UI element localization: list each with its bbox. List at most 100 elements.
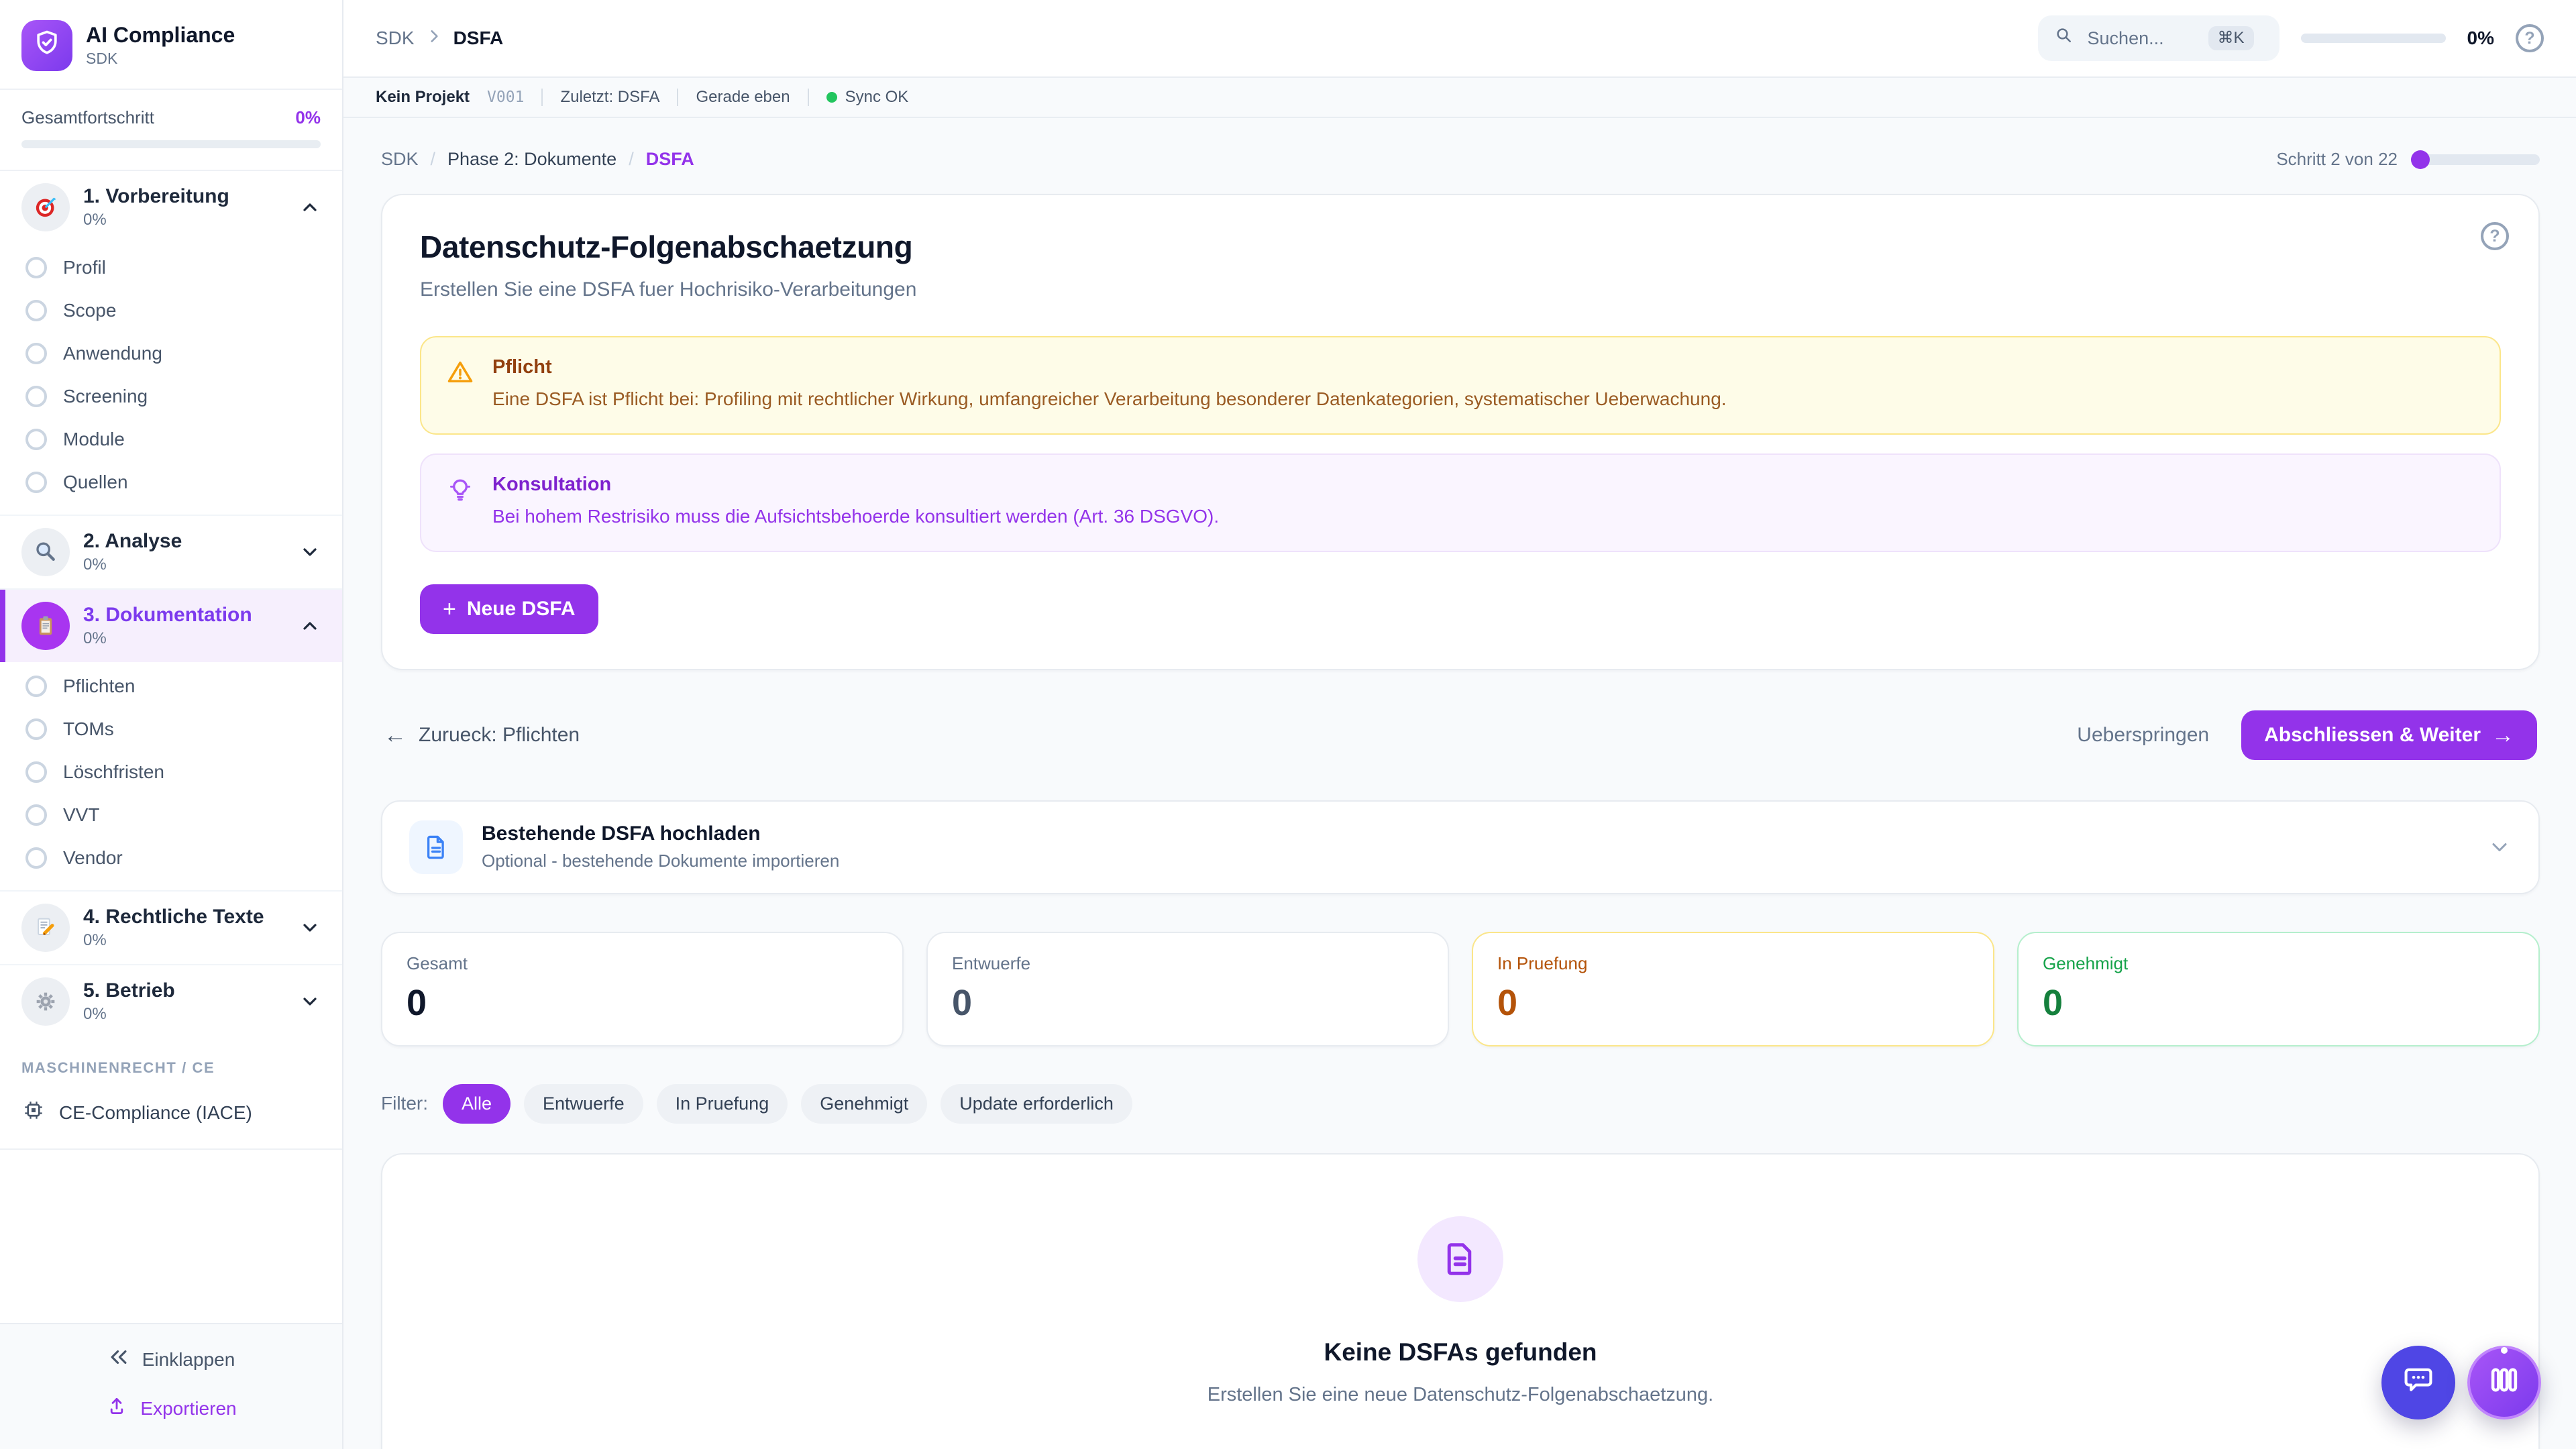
section-label: 3. Dokumentation xyxy=(83,604,286,627)
search-input[interactable] xyxy=(2085,27,2198,50)
empty-state-title: Keine DSFAs gefunden xyxy=(1324,1338,1597,1366)
chat-fab-button[interactable] xyxy=(2381,1346,2455,1419)
sidebar-item-quellen[interactable]: Quellen xyxy=(0,461,342,504)
chevron-up-icon xyxy=(299,615,321,637)
sidebar-section-vorbereitung: 1. Vorbereitung 0% Profil Scope Anwendun… xyxy=(0,171,342,515)
breadcrumb-root[interactable]: SDK xyxy=(376,28,415,49)
step-circle-icon xyxy=(25,257,47,278)
consultation-alert: Konsultation Bei hohem Restrisiko muss d… xyxy=(420,453,2501,552)
document-blue-icon xyxy=(409,820,463,874)
section-label: 4. Rechtliche Texte xyxy=(83,906,286,929)
section-items: Pflichten TOMs Löschfristen VVT Vendor xyxy=(0,662,342,890)
section-header-vorbereitung[interactable]: 1. Vorbereitung 0% xyxy=(0,171,342,244)
ce-compliance-label: CE-Compliance (IACE) xyxy=(59,1102,252,1124)
kanban-fab-button[interactable] xyxy=(2467,1346,2541,1419)
sidebar-item-module[interactable]: Module xyxy=(0,418,342,461)
consultation-alert-title: Konsultation xyxy=(492,474,1219,496)
collapse-label: Einklappen xyxy=(142,1349,235,1371)
sidebar-item-profil[interactable]: Profil xyxy=(0,246,342,289)
divider xyxy=(541,89,543,106)
section-progress: 0% xyxy=(83,555,286,574)
section-header-betrieb[interactable]: 5. Betrieb 0% xyxy=(0,965,342,1038)
page-title: Datenschutz-Folgenabschaetzung xyxy=(420,229,2501,265)
collapse-chevrons-icon xyxy=(107,1346,130,1373)
filter-chip-genehmigt[interactable]: Genehmigt xyxy=(801,1084,927,1124)
sidebar-section-analyse: 2. Analyse 0% xyxy=(0,515,342,588)
overall-progress-bar xyxy=(21,140,321,148)
finish-next-button[interactable]: Abschliessen & Weiter → xyxy=(2241,710,2537,760)
filter-chip-in-pruefung[interactable]: In Pruefung xyxy=(657,1084,788,1124)
filter-chip-update-erforderlich[interactable]: Update erforderlich xyxy=(941,1084,1132,1124)
skip-button[interactable]: Ueberspringen xyxy=(2077,724,2209,747)
version-badge: V001 xyxy=(487,89,524,106)
arrow-right-icon: → xyxy=(2491,724,2514,747)
step-indicator: Schritt 2 von 22 xyxy=(2276,149,2540,170)
breadcrumb-separator: / xyxy=(629,149,634,170)
sidebar-item-anwendung[interactable]: Anwendung xyxy=(0,332,342,375)
page-subtitle: Erstellen Sie eine DSFA fuer Hochrisiko-… xyxy=(420,278,2501,301)
filter-row: Filter: Alle Entwuerfe In Pruefung Geneh… xyxy=(381,1084,2540,1124)
topbar-progress-bar xyxy=(2301,34,2446,43)
sidebar-item-toms[interactable]: TOMs xyxy=(0,708,342,751)
upload-icon xyxy=(105,1395,128,1422)
breadcrumb-sdk[interactable]: SDK xyxy=(381,149,419,170)
topbar-progress-value: 0% xyxy=(2467,28,2494,49)
warning-triangle-icon xyxy=(445,356,475,412)
sidebar-item-scope[interactable]: Scope xyxy=(0,289,342,332)
section-header-dokumentation[interactable]: 3. Dokumentation 0% xyxy=(0,590,342,662)
sidebar-item-screening[interactable]: Screening xyxy=(0,375,342,418)
sidebar-item-pflichten[interactable]: Pflichten xyxy=(0,665,342,708)
new-dsfa-button[interactable]: + Neue DSFA xyxy=(420,584,598,634)
empty-state-subtitle: Erstellen Sie eine neue Datenschutz-Folg… xyxy=(1208,1384,1713,1406)
consultation-alert-body: Bei hohem Restrisiko muss die Aufsichtsb… xyxy=(492,504,1219,529)
divider xyxy=(808,89,809,106)
filter-chip-alle[interactable]: Alle xyxy=(443,1084,511,1124)
stats-row: Gesamt 0 Entwuerfe 0 In Pruefung 0 Geneh… xyxy=(381,932,2540,1046)
lightbulb-icon xyxy=(445,474,475,529)
empty-state-card: Keine DSFAs gefunden Erstellen Sie eine … xyxy=(381,1153,2540,1449)
export-button[interactable]: Exportieren xyxy=(0,1395,342,1422)
breadcrumb-separator: / xyxy=(431,149,436,170)
upload-subtitle: Optional - bestehende Dokumente importie… xyxy=(482,851,839,871)
help-icon[interactable]: ? xyxy=(2516,24,2544,52)
back-link[interactable]: ← Zurueck: Pflichten xyxy=(384,724,580,747)
overall-progress: Gesamtfortschritt 0% xyxy=(0,90,342,171)
overall-progress-label: Gesamtfortschritt xyxy=(21,107,154,128)
warning-alert-title: Pflicht xyxy=(492,356,1727,378)
step-circle-icon xyxy=(25,386,47,407)
card-help-icon[interactable]: ? xyxy=(2481,222,2509,250)
sidebar-subsection-header: MASCHINENRECHT / CE xyxy=(0,1038,342,1087)
section-header-rechtliche-texte[interactable]: 4. Rechtliche Texte 0% xyxy=(0,892,342,964)
sidebar-item-vendor[interactable]: Vendor xyxy=(0,837,342,879)
app-logo xyxy=(21,20,72,71)
status-bar: Kein Projekt V001 Zuletzt: DSFA Gerade e… xyxy=(343,78,2576,118)
sidebar-item-ce-compliance[interactable]: CE-Compliance (IACE) xyxy=(0,1087,342,1150)
breadcrumb-dsfa: DSFA xyxy=(646,149,694,170)
section-progress: 0% xyxy=(83,931,286,950)
upload-title: Bestehende DSFA hochladen xyxy=(482,822,839,845)
project-status: Kein Projekt xyxy=(376,88,470,107)
breadcrumb-phase[interactable]: Phase 2: Dokumente xyxy=(447,149,616,170)
filter-label: Filter: xyxy=(381,1093,428,1114)
sidebar-item-vvt[interactable]: VVT xyxy=(0,794,342,837)
filter-chip-entwuerfe[interactable]: Entwuerfe xyxy=(524,1084,643,1124)
dsfa-card: ? Datenschutz-Folgenabschaetzung Erstell… xyxy=(381,194,2540,670)
sidebar-section-dokumentation: 3. Dokumentation 0% Pflichten TOMs Lösch… xyxy=(0,588,342,890)
app-identity: AI Compliance SDK xyxy=(86,23,235,68)
topbar-right: ⌘K 0% ? xyxy=(2038,15,2544,61)
upload-existing-dsfa-panel[interactable]: Bestehende DSFA hochladen Optional - bes… xyxy=(381,800,2540,894)
collapse-sidebar-button[interactable]: Einklappen xyxy=(0,1346,342,1373)
sidebar-item-loeschfristen[interactable]: Löschfristen xyxy=(0,751,342,794)
sync-status: Sync OK xyxy=(826,88,909,107)
topbar: SDK DSFA ⌘K 0% ? xyxy=(343,0,2576,78)
sidebar-footer: Einklappen Exportieren xyxy=(0,1323,342,1449)
section-header-analyse[interactable]: 2. Analyse 0% xyxy=(0,516,342,588)
search-box[interactable]: ⌘K xyxy=(2038,15,2279,61)
section-label: 5. Betrieb xyxy=(83,979,286,1003)
chevron-down-icon xyxy=(299,991,321,1012)
sidebar-section-betrieb: 5. Betrieb 0% xyxy=(0,964,342,1038)
main-area: SDK DSFA ⌘K 0% ? Kein Proj xyxy=(343,0,2576,1449)
warning-alert: Pflicht Eine DSFA ist Pflicht bei: Profi… xyxy=(420,336,2501,435)
overall-progress-value: 0% xyxy=(295,107,321,128)
stat-card-entwuerfe: Entwuerfe 0 xyxy=(926,932,1449,1046)
